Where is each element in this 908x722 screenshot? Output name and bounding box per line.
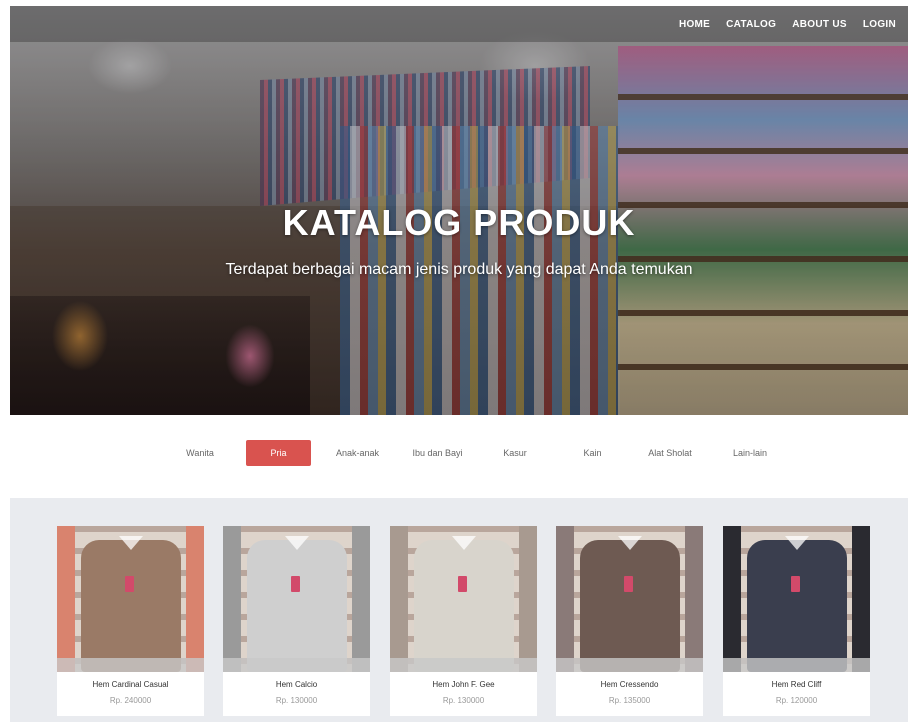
- product-price: Rp. 240000: [109, 696, 152, 705]
- product-name: Hem John F. Gee: [432, 680, 495, 689]
- nav-login-link[interactable]: LOGIN: [863, 19, 896, 30]
- price-tag-icon: [624, 576, 633, 592]
- product-name: Hem Cardinal Casual: [92, 680, 169, 689]
- photo-edge-left: [390, 526, 408, 672]
- photo-edge-right: [186, 526, 204, 672]
- product-grid: Hem Cardinal Casual Rp. 240000 Hem Calci…: [10, 498, 908, 722]
- product-photo: [223, 526, 370, 672]
- product-photo: [57, 526, 204, 672]
- tab-pria[interactable]: Pria: [246, 440, 311, 466]
- product-price: Rp. 130000: [442, 696, 485, 705]
- tab-kain[interactable]: Kain: [560, 440, 625, 466]
- shirt-image: [247, 540, 347, 672]
- nav-about-link[interactable]: ABOUT US: [792, 19, 847, 30]
- tab-ibu-dan-bayi[interactable]: Ibu dan Bayi: [400, 440, 475, 466]
- product-photo: [723, 526, 870, 672]
- product-photo: [556, 526, 703, 672]
- price-tag-icon: [791, 576, 800, 592]
- price-tag-icon: [458, 576, 467, 592]
- product-name: Hem Calcio: [275, 680, 318, 689]
- price-tag-icon: [125, 576, 134, 592]
- shirt-image: [81, 540, 181, 672]
- product-photo: [390, 526, 537, 672]
- nav-home-link[interactable]: HOME: [679, 19, 710, 30]
- photo-edge-left: [223, 526, 241, 672]
- hero-subtitle: Terdapat berbagai macam jenis produk yan…: [225, 261, 693, 278]
- tab-alat-sholat[interactable]: Alat Sholat: [635, 440, 705, 466]
- product-card[interactable]: Hem Cardinal Casual Rp. 240000: [57, 526, 204, 716]
- tab-anak-anak[interactable]: Anak-anak: [320, 440, 395, 466]
- product-name: Hem Cressendo: [600, 680, 659, 689]
- top-navbar: HOME CATALOG ABOUT US LOGIN: [10, 6, 908, 42]
- photo-edge-left: [57, 526, 75, 672]
- tab-lain-lain[interactable]: Lain-lain: [715, 440, 785, 466]
- hero-title: KATALOG PRODUK: [282, 202, 636, 243]
- product-price: Rp. 135000: [608, 696, 651, 705]
- price-tag-icon: [291, 576, 300, 592]
- tab-wanita[interactable]: Wanita: [160, 440, 240, 466]
- photo-edge-right: [352, 526, 370, 672]
- product-card[interactable]: Hem John F. Gee Rp. 130000: [390, 526, 537, 716]
- product-card[interactable]: Hem Red Cliff Rp. 120000: [723, 526, 870, 716]
- product-card[interactable]: Hem Cressendo Rp. 135000: [556, 526, 703, 716]
- photo-edge-right: [685, 526, 703, 672]
- tab-kasur[interactable]: Kasur: [480, 440, 550, 466]
- photo-edge-left: [556, 526, 574, 672]
- product-price: Rp. 120000: [775, 696, 818, 705]
- photo-edge-left: [723, 526, 741, 672]
- photo-edge-right: [852, 526, 870, 672]
- product-name: Hem Red Cliff: [771, 680, 822, 689]
- shirt-image: [580, 540, 680, 672]
- shirt-image: [414, 540, 514, 672]
- product-card[interactable]: Hem Calcio Rp. 130000: [223, 526, 370, 716]
- photo-edge-right: [519, 526, 537, 672]
- shirt-image: [747, 540, 847, 672]
- category-tabs: Wanita Pria Anak-anak Ibu dan Bayi Kasur…: [160, 440, 780, 466]
- product-price: Rp. 130000: [275, 696, 318, 705]
- nav-catalog-link[interactable]: CATALOG: [726, 19, 776, 30]
